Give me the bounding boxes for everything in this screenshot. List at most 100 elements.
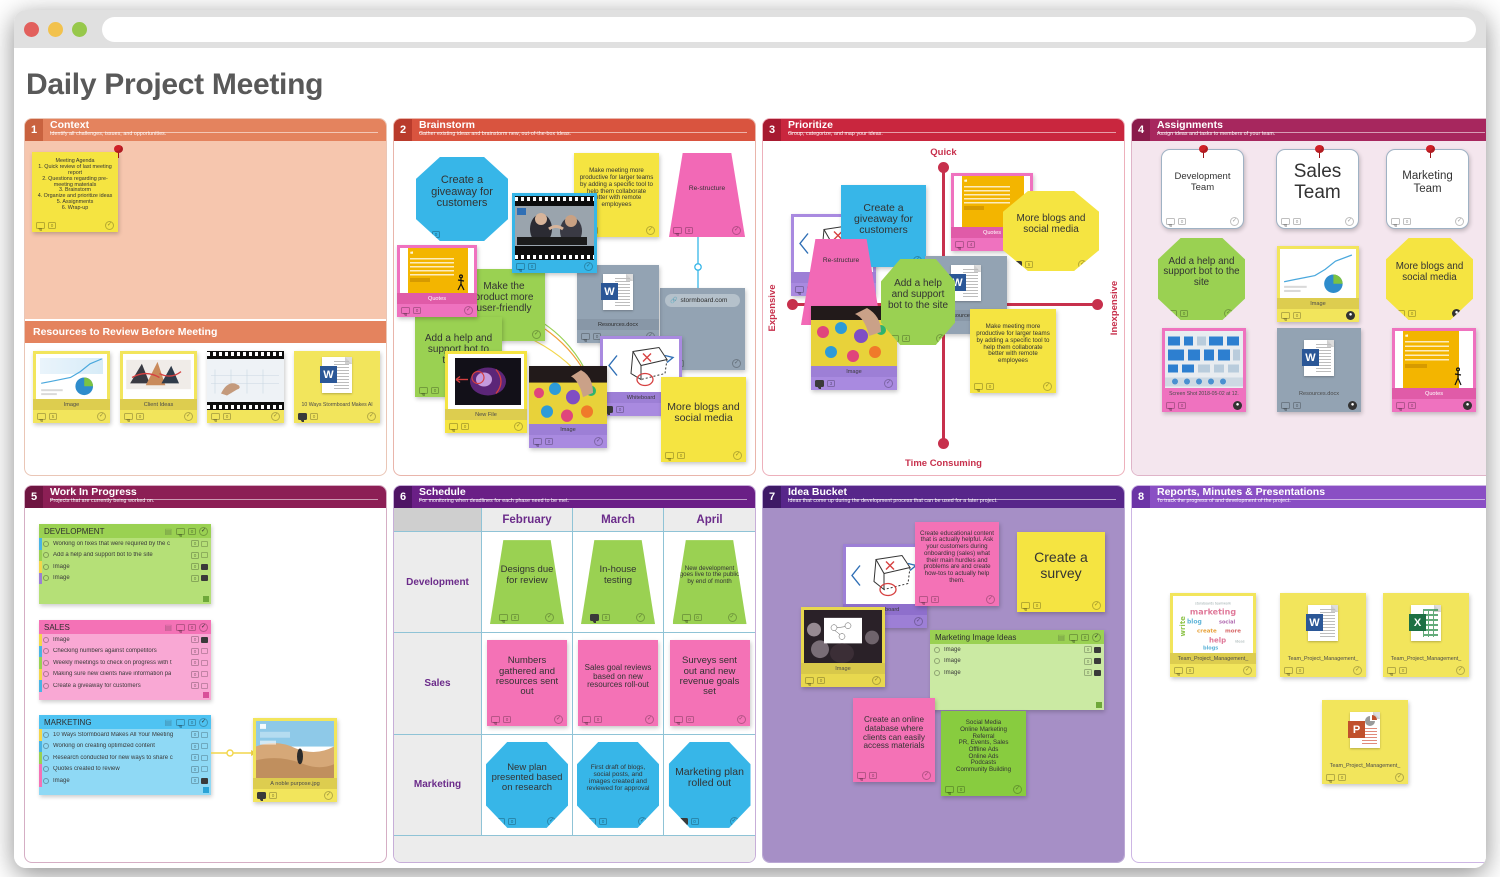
- resize-handle[interactable]: [203, 596, 209, 602]
- check-icon[interactable]: ✓: [638, 816, 647, 826]
- check-icon[interactable]: ✓: [554, 715, 563, 725]
- sticky-note[interactable]: New plan presented based on research 0 ✓: [486, 741, 568, 828]
- section-brainstorm[interactable]: 2 Brainstorm Gather existing ideas and b…: [393, 118, 756, 476]
- quotes-sticky[interactable]: ❝ Quotes 0 ●: [1392, 328, 1476, 412]
- check-icon[interactable]: ✓: [594, 437, 603, 446]
- team-card[interactable]: Marketing Team 0 ✓: [1386, 149, 1469, 229]
- list-item[interactable]: Add a help and support bot to the site 0: [39, 549, 211, 561]
- check-icon[interactable]: ✓: [922, 771, 931, 780]
- check-icon[interactable]: ✓: [636, 613, 645, 623]
- file-card[interactable]: X Team_Project_Management_ 0 ✓: [1383, 593, 1469, 677]
- image-sticky[interactable]: Image 0 ✓: [801, 607, 885, 687]
- sticky-note[interactable]: Designs due for review 0 ✓: [490, 540, 564, 625]
- minimize-icon[interactable]: [48, 21, 63, 37]
- resource-card[interactable]: Image 5 ✓: [33, 351, 110, 423]
- sticky-note[interactable]: More blogs and social media 0 ✓: [661, 377, 746, 462]
- sticky-note[interactable]: Social Media Online Marketing Referral P…: [941, 711, 1026, 796]
- sticky-note[interactable]: In-house testing 0 ✓: [581, 540, 655, 625]
- check-icon[interactable]: ✓: [1230, 217, 1239, 226]
- check-icon[interactable]: ✓: [1395, 773, 1404, 782]
- check-icon[interactable]: ✓: [199, 717, 208, 727]
- check-icon[interactable]: ✓: [729, 816, 739, 826]
- check-icon[interactable]: ✓: [547, 816, 556, 826]
- sticky-note[interactable]: Create a survey 0 ✓: [1017, 532, 1105, 612]
- list-item[interactable]: Image 0: [39, 561, 211, 573]
- list-card[interactable]: DEVELOPMENT ▤ 0 ✓ Working on fixes that …: [39, 524, 211, 604]
- check-icon[interactable]: ✓: [1224, 309, 1233, 318]
- check-icon[interactable]: ✓: [736, 715, 746, 725]
- document-sticky[interactable]: W Resources.docx 0 ●: [1277, 328, 1361, 412]
- list-item[interactable]: Making sure new clients have information…: [39, 668, 211, 680]
- check-icon[interactable]: ✓: [1243, 666, 1252, 675]
- section-idea-bucket[interactable]: 7 Idea Bucket Ideas that come up during …: [762, 485, 1125, 863]
- resource-card[interactable]: 0 ✓: [207, 351, 284, 423]
- sticky-note[interactable]: Surveys sent out and new revenue goals s…: [669, 640, 750, 727]
- check-icon[interactable]: ✓: [367, 412, 376, 421]
- image-sticky[interactable]: Image 0 ✓: [529, 366, 607, 448]
- list-item[interactable]: Image 0: [39, 572, 211, 584]
- check-icon[interactable]: ✓: [1092, 632, 1101, 642]
- check-icon[interactable]: ✓: [1345, 217, 1354, 226]
- sticky-note[interactable]: Create a giveaway for customers 0 ✓: [416, 157, 508, 241]
- sticky-note[interactable]: More blogs and social media 5 ✓: [1003, 191, 1099, 271]
- file-card[interactable]: storyboards teamwork marketing blog soci…: [1170, 593, 1256, 677]
- list-item[interactable]: Image 0: [39, 634, 211, 646]
- check-icon[interactable]: ✓: [199, 526, 208, 536]
- check-icon[interactable]: ✓: [464, 306, 473, 315]
- check-icon[interactable]: ✓: [105, 221, 114, 230]
- document-sticky[interactable]: W Resources.docx 0✓: [577, 265, 659, 343]
- resize-handle[interactable]: [1096, 702, 1102, 708]
- check-icon[interactable]: ✓: [914, 617, 923, 626]
- sticky-note[interactable]: New development goes live to the public …: [672, 540, 747, 625]
- check-icon[interactable]: ✓: [97, 412, 106, 421]
- sticky-note[interactable]: Create an online database where clients …: [853, 698, 935, 782]
- sticky-note[interactable]: Numbers gathered and resources sent out …: [487, 640, 567, 727]
- check-icon[interactable]: ✓: [584, 262, 593, 271]
- check-icon[interactable]: ✓: [1353, 666, 1362, 675]
- list-item[interactable]: Quotes created to review 0: [39, 763, 211, 775]
- check-icon[interactable]: ✓: [324, 791, 333, 800]
- section-assignments[interactable]: 4 Assignments Assign ideas and tasks to …: [1131, 118, 1486, 476]
- list-card[interactable]: Marketing Image Ideas ▤ 0 ✓ Image 0 Image…: [930, 630, 1104, 710]
- check-icon[interactable]: ✓: [986, 595, 995, 604]
- check-icon[interactable]: ✓: [1455, 217, 1464, 226]
- check-icon[interactable]: ✓: [1078, 260, 1087, 269]
- list-item[interactable]: Working on fixes that were required by t…: [39, 538, 211, 550]
- resize-handle[interactable]: [203, 692, 209, 698]
- team-card[interactable]: Development Team 0 ✓: [1161, 149, 1244, 229]
- check-icon[interactable]: ✓: [645, 715, 654, 725]
- check-icon[interactable]: ✓: [199, 622, 208, 632]
- check-icon[interactable]: ✓: [732, 226, 741, 235]
- resize-handle[interactable]: [203, 787, 209, 793]
- quotes-sticky[interactable]: ❝ Quotes 0 ✓: [397, 245, 477, 317]
- section-prioritize[interactable]: 3 Prioritize Group, categorize, and map …: [762, 118, 1125, 476]
- sticky-note[interactable]: Make meeting more productive for larger …: [970, 309, 1056, 393]
- file-sticky[interactable]: New File 0 ✓: [445, 351, 527, 433]
- check-icon[interactable]: ✓: [732, 359, 741, 368]
- check-icon[interactable]: ✓: [727, 613, 737, 623]
- check-icon[interactable]: ✓: [1013, 785, 1022, 794]
- check-icon[interactable]: ✓: [532, 330, 541, 339]
- address-bar[interactable]: [102, 16, 1476, 42]
- list-item[interactable]: Working on creating optimized content 0: [39, 740, 211, 752]
- check-icon[interactable]: ✓: [733, 451, 742, 460]
- list-item[interactable]: Weekly meetings to check on progress wit…: [39, 657, 211, 669]
- check-icon[interactable]: ✓: [872, 676, 881, 685]
- team-card[interactable]: Sales Team 0 ✓: [1276, 149, 1359, 229]
- check-icon[interactable]: ✓: [545, 613, 554, 623]
- list-item[interactable]: Checking numbers against competitors 0: [39, 645, 211, 657]
- image-sticky[interactable]: Image 0 ●: [1277, 246, 1359, 322]
- check-icon[interactable]: ✓: [884, 379, 893, 388]
- check-icon[interactable]: ✓: [1092, 601, 1101, 610]
- section-work-in-progress[interactable]: 5 Work In Progress Projects that are cur…: [24, 485, 387, 863]
- list-item[interactable]: Image 0: [39, 775, 211, 787]
- check-icon[interactable]: ✓: [1043, 382, 1052, 391]
- video-sticky[interactable]: 0 ✓: [512, 193, 597, 273]
- sticky-note[interactable]: Create educational content that is actua…: [915, 522, 999, 606]
- sticky-note[interactable]: Add a help and support bot to the site 0…: [1158, 238, 1245, 320]
- sticky-note[interactable]: More blogs and social media 0 ●: [1386, 238, 1473, 320]
- section-reports[interactable]: 8 Reports, Minutes & Presentations To tr…: [1131, 485, 1486, 863]
- check-icon[interactable]: ✓: [514, 422, 523, 431]
- list-card[interactable]: MARKETING ▤ 0 ✓ 10 Ways Stormboard Makes…: [39, 715, 211, 795]
- sticky-note[interactable]: First draft of blogs, social posts, and …: [577, 741, 659, 828]
